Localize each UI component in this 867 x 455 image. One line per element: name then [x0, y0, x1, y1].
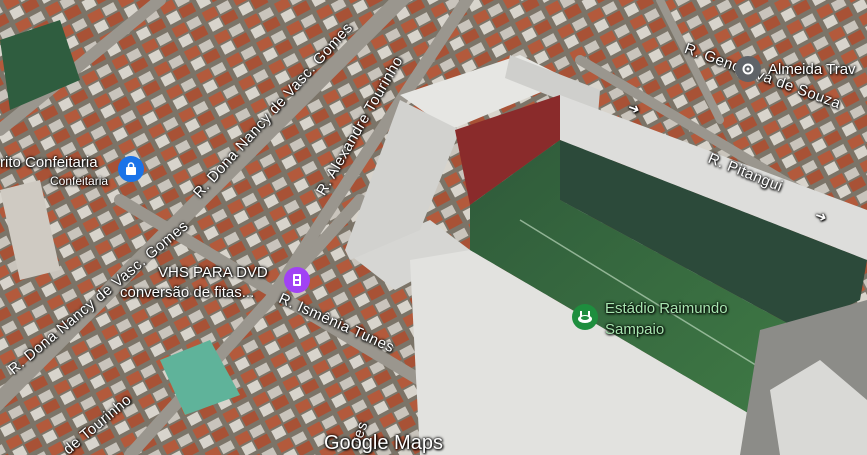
poi-stadium-name-line2: Sampaio: [605, 321, 665, 338]
poi-almeida-pin[interactable]: [735, 56, 761, 82]
poi-confeitaria-name[interactable]: rito Confeitaria: [0, 154, 98, 171]
satellite-map[interactable]: R. Dona Nancy de Vasc. Gomes R. Alexandr…: [0, 0, 867, 455]
poi-almeida-name[interactable]: Almeida Trav: [768, 61, 856, 78]
google-maps-watermark: Google Maps: [324, 432, 443, 454]
poi-vhs-subtitle: conversão de fitas...: [120, 284, 255, 301]
stadium-icon: [578, 311, 592, 323]
poi-confeitaria-pin[interactable]: [118, 156, 144, 182]
shopping-bag-icon: [126, 162, 136, 175]
poi-vhs-name[interactable]: VHS PARA DVD: [158, 264, 268, 281]
location-pin-icon: [742, 63, 754, 75]
film-icon: [293, 274, 301, 286]
poi-stadium-name[interactable]: Estádio Raimundo: [605, 300, 728, 317]
poi-vhs-pin[interactable]: [284, 267, 310, 293]
poi-confeitaria-category: Confeitaria: [50, 174, 109, 188]
poi-stadium-pin[interactable]: [572, 304, 598, 330]
